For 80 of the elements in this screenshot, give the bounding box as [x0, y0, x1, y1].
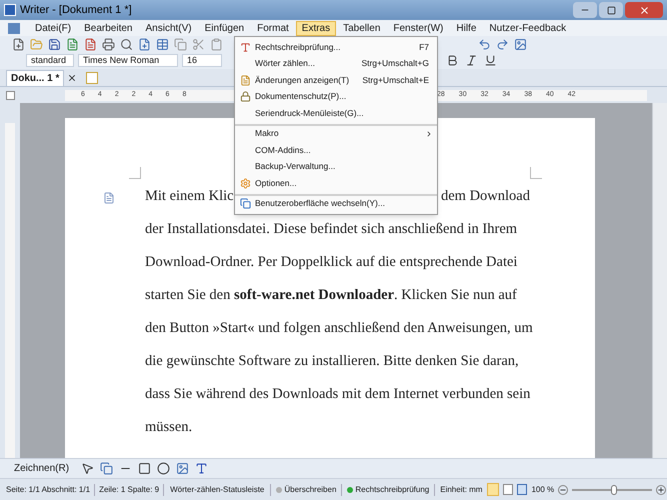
status-word-count: Wörter-zählen-Statusleiste: [164, 484, 272, 496]
menu-entry[interactable]: Änderungen anzeigen(T) Strg+Umschalt+E: [235, 72, 437, 88]
text-line: müssen.: [145, 418, 192, 437]
menu-entry[interactable]: Rechtschreibprüfung... F7: [235, 39, 437, 56]
anchor-icon: [103, 192, 115, 204]
menu-item[interactable]: Extras: [296, 20, 336, 36]
style-field[interactable]: standard: [26, 54, 74, 67]
undo-icon[interactable]: [478, 38, 491, 50]
maximize-icon: [606, 6, 616, 14]
close-button[interactable]: [625, 2, 663, 18]
font-color-icon[interactable]: [195, 462, 208, 475]
status-indicator[interactable]: Überschreiben: [284, 484, 336, 496]
menu-item[interactable]: Fenster(W): [387, 20, 450, 36]
font-field[interactable]: Times New Roman: [78, 54, 178, 67]
text-line: der Installationsdatei. Diese befindet sich anschließend in Ihrem: [145, 220, 518, 239]
underline-icon[interactable]: [484, 54, 497, 67]
page-corner-mark: [129, 167, 141, 179]
close-tab-icon[interactable]: [67, 73, 78, 83]
text-line: starten Sie den soft-ware.net Downloader. Klicken Sie nun auf: [145, 286, 517, 305]
menu-item[interactable]: Format: [251, 20, 295, 36]
status-indicator[interactable]: Rechtschreibprüfung: [355, 484, 430, 496]
menu-entry[interactable]: Backup-Verwaltung...: [235, 158, 437, 175]
shapes-icon[interactable]: [100, 462, 114, 475]
zoom-value: 100 %: [531, 484, 554, 496]
redo-icon[interactable]: [496, 38, 509, 50]
save-icon[interactable]: [48, 38, 61, 50]
paste-icon[interactable]: [210, 38, 223, 50]
page-icon[interactable]: [138, 38, 151, 50]
gear-icon: [240, 178, 250, 189]
menu-entry[interactable]: Makro: [235, 124, 437, 142]
document-icon: [240, 74, 250, 86]
spellcheck-icon: [240, 42, 250, 53]
menu-entry[interactable]: Wörter zählen... Strg+Umschalt+G: [235, 56, 437, 72]
bold-icon[interactable]: [446, 54, 459, 67]
zoom-out-icon[interactable]: [558, 484, 568, 494]
window-title: Writer - [Dokument 1 *]: [20, 2, 132, 18]
zoom-thumb[interactable]: [610, 484, 617, 494]
app-icon: [4, 4, 16, 16]
rectangle-icon[interactable]: [138, 462, 152, 475]
menu-item[interactable]: Ansicht(V): [140, 20, 198, 36]
status-page: Seite: 1/1 Abschnitt: 1/1: [6, 484, 96, 496]
preview-icon[interactable]: [120, 38, 133, 50]
menu-item[interactable]: Hilfe: [450, 20, 482, 36]
text-line: dem Download: [441, 186, 530, 206]
menu-entry[interactable]: Seriendruck-Menüleiste(G)...: [235, 105, 437, 122]
drawing-menu-button[interactable]: Zeichnen(R): [8, 461, 76, 476]
pointer-icon[interactable]: [81, 462, 94, 475]
print-icon[interactable]: [102, 38, 115, 50]
text-line: dass Sie während des Downloads mit dem Internet verbunden sein: [145, 384, 530, 404]
menu-entry[interactable]: Optionen...: [235, 175, 437, 192]
copy-icon[interactable]: [174, 38, 187, 50]
menu-entry[interactable]: Benutzeroberfläche wechseln(Y)...: [235, 194, 437, 212]
text-line: die gewünschte Software zu installieren. Bitte denken Sie daran,: [145, 352, 519, 371]
menu-item[interactable]: Nutzer-Feedback: [483, 20, 572, 36]
text-line: Download-Ordner. Per Doppelklick auf die entsprechende Datei: [145, 252, 518, 272]
table-icon[interactable]: [156, 38, 169, 50]
new-document-icon[interactable]: [12, 38, 25, 50]
picture-icon[interactable]: [176, 462, 190, 475]
menu-entry[interactable]: Dokumentenschutz(P)...: [235, 88, 437, 105]
font-size-field[interactable]: 16: [182, 54, 222, 67]
document-tab[interactable]: Doku... 1 *: [6, 70, 64, 86]
menu-item[interactable]: Datei(F): [29, 20, 78, 36]
status-unit: Einheit: mm: [439, 484, 484, 496]
menu-entry[interactable]: COM-Addins...: [235, 142, 437, 158]
menu-item[interactable]: Tabellen: [337, 20, 386, 36]
lock-icon: [240, 91, 250, 102]
zoom-in-icon[interactable]: [656, 484, 666, 494]
menu-item[interactable]: Bearbeiten: [78, 20, 138, 36]
maximize-button[interactable]: [599, 2, 623, 18]
menu-item[interactable]: Einfügen: [198, 20, 250, 36]
italic-icon[interactable]: [465, 54, 478, 67]
page-corner-mark: [530, 167, 542, 179]
ellipse-icon[interactable]: [157, 462, 170, 475]
text-line: Mit einem Klic: [145, 186, 234, 206]
close-icon: [638, 4, 650, 16]
status-position: Zeile: 1 Spalte: 9: [95, 484, 164, 496]
text-line: den Button »Start« und folgen anschließend den Anweisungen, um: [145, 318, 533, 338]
image-icon[interactable]: [514, 38, 527, 50]
cut-icon[interactable]: [192, 38, 205, 50]
vertical-scrollbar[interactable]: [652, 103, 667, 458]
